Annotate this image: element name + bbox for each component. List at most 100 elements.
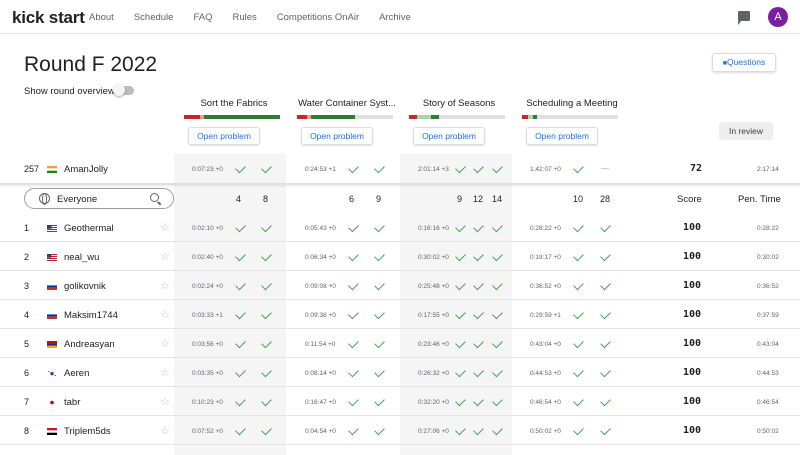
username[interactable]: Andreasyan [64, 339, 115, 350]
username[interactable]: Maksim1744 [64, 310, 118, 321]
check-icon [261, 162, 272, 174]
star-icon[interactable]: ☆ [160, 366, 170, 379]
username[interactable]: neal_wu [64, 252, 99, 263]
check-icon [455, 162, 466, 174]
rank: 7 [24, 397, 30, 407]
table-row: 7 tabr ☆ 0:10:23 +0 0:16:47 +0 0:32:20 +0 0:46… [0, 387, 800, 416]
solve-time: 0:24:53 +1 [305, 166, 336, 173]
solve-time: 0:44:53 +0 [530, 370, 561, 377]
check-icon [374, 279, 385, 291]
check-icon [374, 395, 385, 407]
check-icon [235, 221, 246, 233]
check-icon [492, 424, 503, 436]
score: 100 [683, 280, 702, 291]
solve-time: 2:01:14 +3 [418, 166, 449, 173]
penalty-header[interactable]: Pen. Time [738, 194, 781, 205]
solve-time: 0:23:46 +0 [418, 341, 449, 348]
participant-filter[interactable]: Everyone [24, 188, 174, 209]
flag-in-icon [47, 166, 57, 173]
solve-time: 0:07:23 +0 [192, 166, 223, 173]
problem-progress-bar [297, 115, 393, 119]
check-icon [348, 279, 359, 291]
unsolved-dash: — [601, 164, 609, 173]
table-row: 1 Geothermal ☆ 0:02:10 +0 0:05:43 +0 0:16:16 … [0, 213, 800, 242]
check-icon [600, 279, 611, 291]
check-icon [455, 424, 466, 436]
check-icon [374, 424, 385, 436]
username[interactable]: Geothermal [64, 223, 114, 234]
star-icon[interactable]: ☆ [160, 250, 170, 263]
open-problem-button[interactable]: Open problem [526, 127, 598, 145]
show-overview-toggle[interactable] [113, 84, 134, 96]
check-icon [455, 308, 466, 320]
username[interactable]: golikovnik [64, 281, 106, 292]
solve-time: 0:03:33 +1 [192, 312, 223, 319]
check-icon [492, 162, 503, 174]
score: 100 [683, 367, 702, 378]
questions-button[interactable]: ■Questions [712, 53, 776, 72]
check-icon [235, 308, 246, 320]
penalty-time: 0:46:54 [757, 399, 779, 406]
table-row: 2 neal_wu ☆ 0:02:40 +0 0:06:34 +0 0:30:02 +0 0… [0, 242, 800, 271]
star-icon[interactable]: ☆ [160, 279, 170, 292]
star-icon[interactable]: ☆ [160, 395, 170, 408]
username[interactable]: AmanJolly [64, 164, 108, 175]
my-standing-row: 257 AmanJolly 0:07:23 +0 0:24:53 +1 2:01… [0, 154, 800, 183]
star-icon[interactable]: ☆ [160, 308, 170, 321]
check-icon [261, 337, 272, 349]
problem-progress-bar [522, 115, 618, 119]
penalty-time: 2:17:14 [757, 166, 779, 173]
check-icon [235, 337, 246, 349]
solve-time: 0:32:20 +0 [418, 399, 449, 406]
star-icon[interactable]: ☆ [160, 221, 170, 234]
search-icon[interactable] [150, 193, 159, 202]
check-icon [600, 424, 611, 436]
solve-time: 0:04:54 +0 [305, 428, 336, 435]
check-icon [455, 395, 466, 407]
avatar[interactable]: A [768, 7, 788, 27]
check-icon [573, 366, 584, 378]
nav-link-competitions-onair[interactable]: Competitions OnAir [277, 12, 359, 23]
check-icon [348, 250, 359, 262]
kickstart-logo[interactable]: kick start [12, 8, 85, 28]
open-problem-button[interactable]: Open problem [301, 127, 373, 145]
open-problem-button[interactable]: Open problem [413, 127, 485, 145]
attempt-count: 9 [457, 194, 463, 204]
star-icon[interactable]: ☆ [160, 424, 170, 437]
check-icon [473, 308, 484, 320]
table-row: 3 golikovnik ☆ 0:02:24 +0 0:09:08 +0 0:25:48 … [0, 271, 800, 300]
solve-time: 0:16:47 +0 [305, 399, 336, 406]
nav-link-rules[interactable]: Rules [232, 12, 256, 23]
rank: 8 [24, 426, 30, 436]
username[interactable]: Aeren [64, 368, 89, 379]
attempt-count: 10 [573, 194, 584, 204]
flag-am-icon [47, 341, 57, 348]
nav-link-schedule[interactable]: Schedule [134, 12, 174, 23]
feedback-icon[interactable] [738, 11, 750, 25]
check-icon [492, 221, 503, 233]
open-problem-button[interactable]: Open problem [188, 127, 260, 145]
solve-time: 0:09:08 +0 [305, 283, 336, 290]
check-icon [261, 250, 272, 262]
solve-time: 0:02:40 +0 [192, 254, 223, 261]
nav-link-archive[interactable]: Archive [379, 12, 411, 23]
solve-time: 0:25:48 +0 [418, 283, 449, 290]
check-icon [492, 308, 503, 320]
check-icon [235, 279, 246, 291]
problem-sort-the-fabrics: Sort the Fabrics Open problem [180, 98, 288, 145]
score-header[interactable]: Score [677, 194, 702, 205]
username[interactable]: tabr [64, 397, 80, 408]
solve-time: 0:02:10 +0 [192, 225, 223, 232]
solve-time: 0:50:02 +0 [530, 428, 561, 435]
attempt-count: 12 [473, 194, 484, 204]
penalty-time: 0:44:53 [757, 370, 779, 377]
problem-name: Sort the Fabrics [200, 98, 268, 109]
check-icon [573, 279, 584, 291]
star-icon[interactable]: ☆ [160, 337, 170, 350]
username[interactable]: Triplem5ds [64, 426, 111, 437]
check-icon [573, 221, 584, 233]
nav-link-faq[interactable]: FAQ [193, 12, 212, 23]
nav-links: About Schedule FAQ Rules Competitions On… [89, 12, 431, 23]
flag-us-icon [47, 225, 57, 232]
nav-link-about[interactable]: About [89, 12, 114, 23]
